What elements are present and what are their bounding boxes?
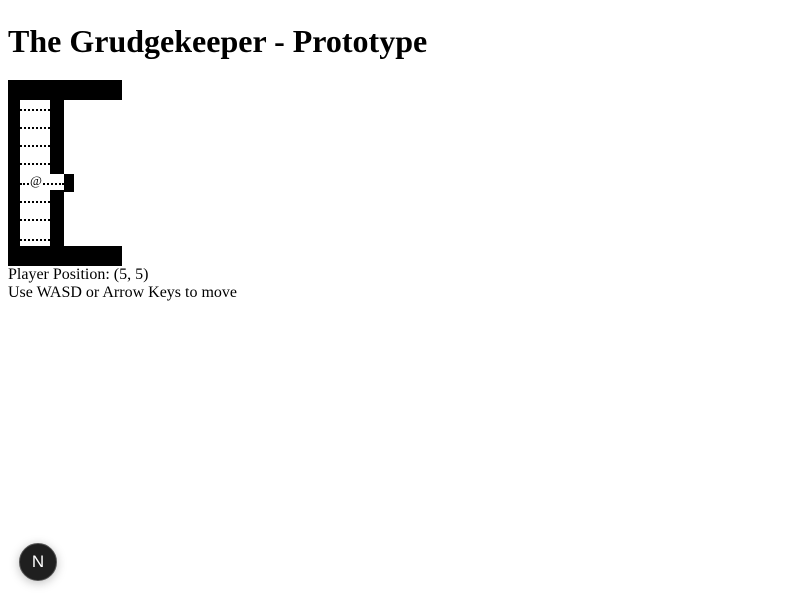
player-position-value: (5, 5) <box>113 266 149 283</box>
nextjs-dev-badge[interactable]: N <box>19 543 57 581</box>
player-position-label: Player Position: <box>8 266 110 283</box>
player-character: @ <box>29 173 43 188</box>
floor-row <box>20 118 50 132</box>
floor-row <box>20 154 50 168</box>
wall-left <box>8 80 20 266</box>
floor-row <box>20 210 50 224</box>
floor-row <box>20 192 50 206</box>
wall-bottom-right <box>64 246 122 266</box>
controls-hint: Use WASD or Arrow Keys to move <box>8 284 238 301</box>
wall-inner-upper <box>50 80 64 174</box>
wall-door-nub <box>64 174 74 192</box>
player-position: Player Position: (5, 5) <box>8 266 148 284</box>
wall-top-right <box>64 80 122 100</box>
page-title: The Grudgekeeper - Prototype <box>8 23 428 59</box>
game-map[interactable] <box>8 80 122 266</box>
floor-row <box>20 230 50 244</box>
wall-bottom-left <box>8 246 64 266</box>
floor-row <box>20 100 50 114</box>
floor-row <box>20 136 50 150</box>
